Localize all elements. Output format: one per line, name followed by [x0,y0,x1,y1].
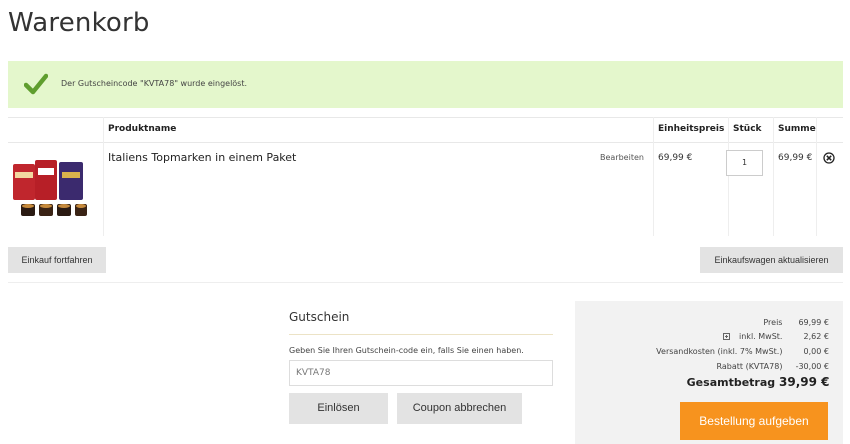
product-image[interactable] [9,158,95,226]
header-product: Produktname [108,124,177,134]
shipping-label: Versandkosten (inkl. 7% MwSt.) [656,347,783,356]
continue-shopping-button[interactable]: Einkauf fortfahren [8,247,106,273]
header-unit-price: Einheitspreis [658,124,725,134]
coupon-hint: Geben Sie Ihren Gutschein-code ein, fall… [289,346,524,355]
cancel-coupon-button[interactable]: Coupon abbrechen [397,393,522,424]
item-sum: 69,99 € [778,153,813,163]
discount-label: Rabatt (KVTA78) [716,362,783,371]
vat-label: inkl. MwSt. [739,332,783,341]
summary-discount-row: Rabatt (KVTA78) -30,00 € [716,362,829,371]
update-cart-button[interactable]: Einkaufswagen aktualisieren [700,247,843,273]
header-sum: Summe [778,124,816,134]
shipping-value: 0,00 € [803,347,829,356]
expand-plus-icon[interactable] [723,333,731,340]
divider [8,282,843,283]
discount-value: -30,00 € [795,362,829,371]
summary-vat-row[interactable]: inkl. MwSt. 2,62 € [723,332,829,341]
summary-shipping-row: Versandkosten (inkl. 7% MwSt.) 0,00 € [656,347,829,356]
summary-price-row: Preis 69,99 € [763,318,829,327]
coupon-title: Gutschein [289,310,350,324]
price-value: 69,99 € [798,318,829,327]
vat-value: 2,62 € [803,332,829,341]
quantity-input[interactable]: 1 [726,150,763,176]
total-value: 39,99 € [779,375,830,389]
summary-total-row: Gesamtbetrag 39,99 € [686,375,830,389]
edit-link[interactable]: Bearbeiten [600,153,644,162]
page-title: Warenkorb [8,8,150,38]
coupon-input[interactable]: KVTA78 [289,360,553,386]
header-qty: Stück [733,124,762,134]
coupon-divider [289,334,553,335]
price-label: Preis [763,318,783,327]
remove-icon[interactable] [823,152,835,164]
product-name[interactable]: Italiens Topmarken in einem Paket [108,151,296,164]
success-alert: Der Gutscheincode "KVTA78" wurde eingelö… [8,61,843,108]
total-label: Gesamtbetrag [686,376,776,389]
alert-message: Der Gutscheincode "KVTA78" wurde eingelö… [61,79,248,88]
cart-table: Produktname Einheitspreis Stück Summe 69… [8,117,843,236]
checkmark-icon [24,73,48,95]
item-unit-price: 69,99 € [658,153,693,163]
place-order-button[interactable]: Bestellung aufgeben [680,402,828,440]
redeem-coupon-button[interactable]: Einlösen [289,393,388,424]
